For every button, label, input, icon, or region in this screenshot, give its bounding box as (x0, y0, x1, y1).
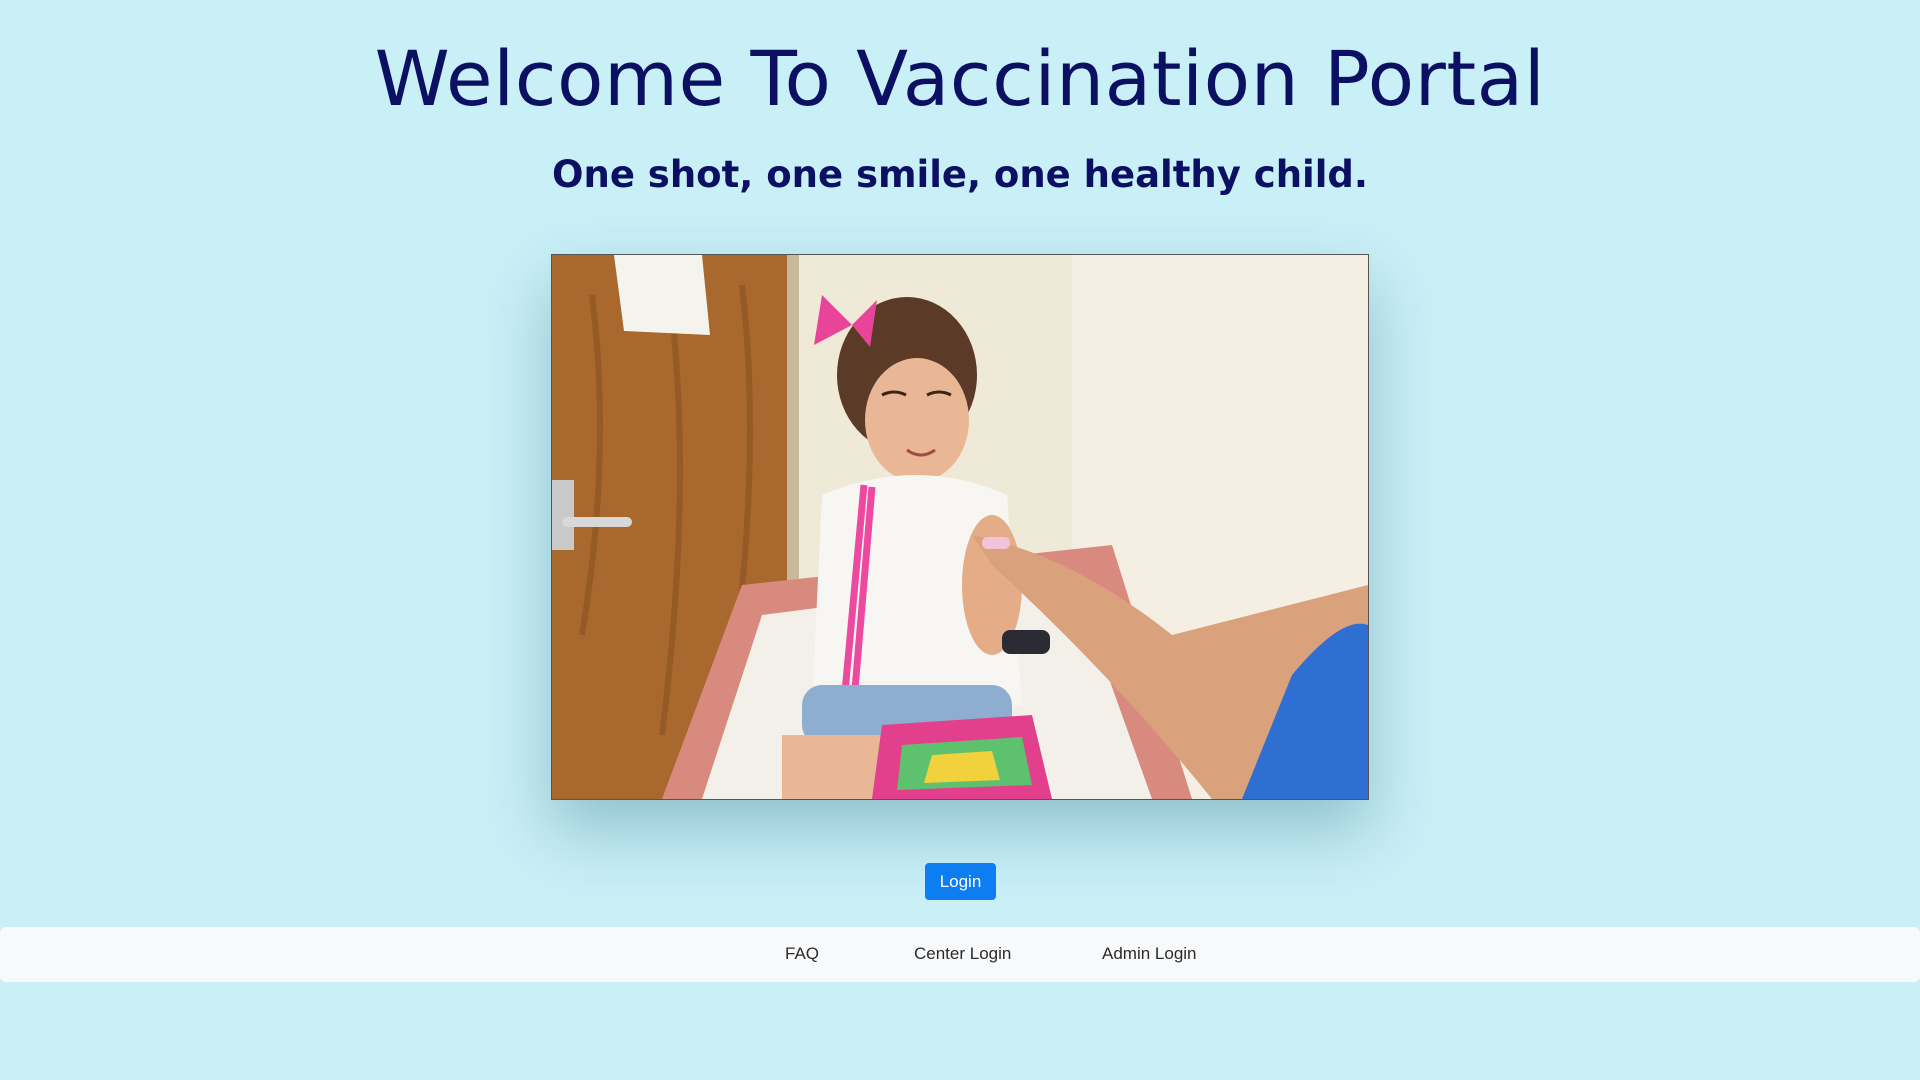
faq-link[interactable]: FAQ (785, 944, 819, 964)
page-title: Welcome To Vaccination Portal (374, 34, 1546, 123)
center-login-link[interactable]: Center Login (914, 944, 1011, 964)
landing-page: Welcome To Vaccination Portal One shot, … (0, 0, 1920, 1080)
admin-login-link[interactable]: Admin Login (1102, 944, 1197, 964)
footer-nav: FAQ Center Login Admin Login (0, 927, 1920, 982)
hero-photo (551, 254, 1369, 800)
page-tagline: One shot, one smile, one healthy child. (552, 153, 1368, 196)
login-button[interactable]: Login (925, 863, 996, 900)
